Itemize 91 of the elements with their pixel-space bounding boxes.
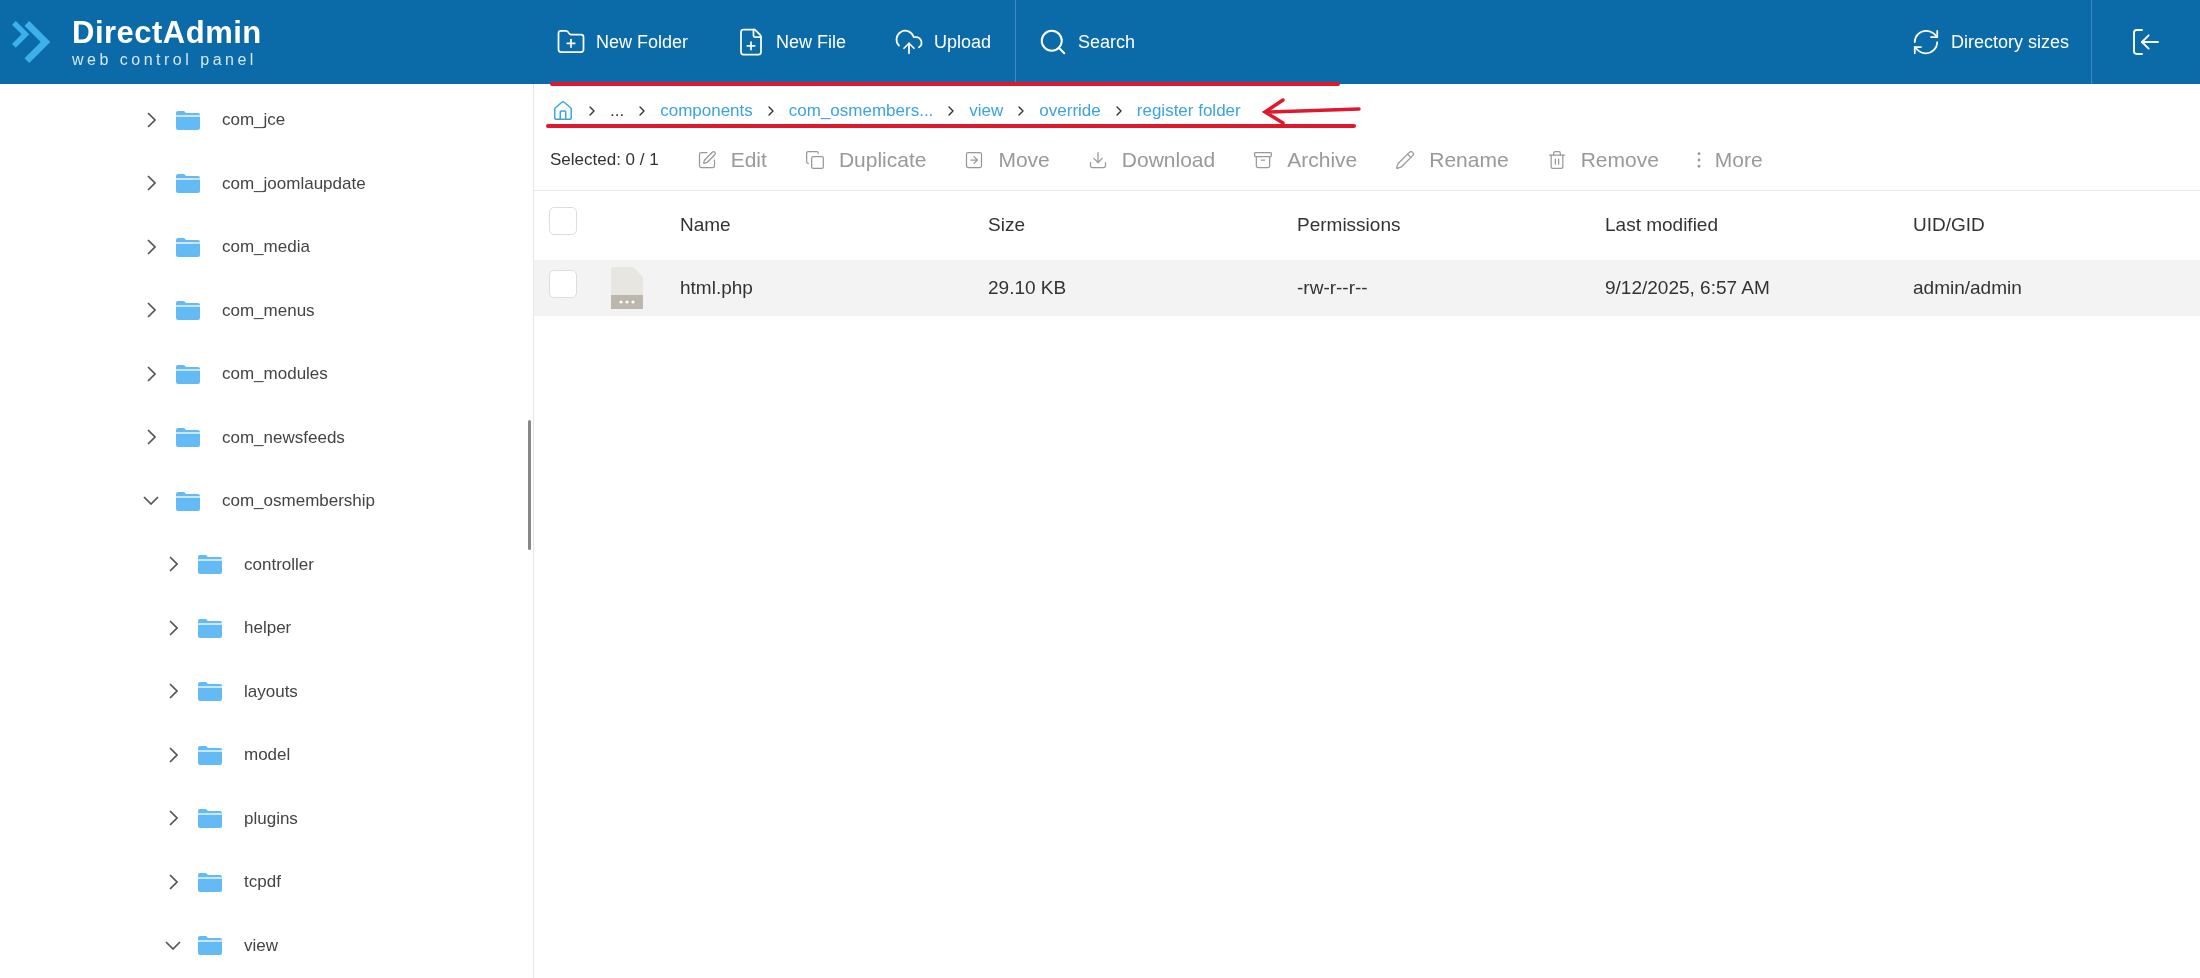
tree-item[interactable]: com_newsfeeds [0,405,533,469]
upload-icon [894,27,925,57]
checkbox[interactable] [549,207,577,236]
folder-name: com_jce [222,109,286,131]
logo-tagline: web control panel [72,51,258,68]
tree-item[interactable]: com_media [0,215,533,279]
folder-name: model [244,744,291,766]
chevron-right-icon [168,683,178,700]
folder-icon [176,427,200,448]
table-row[interactable]: html.php 29.10 KB -rw-r--r-- 9/12/2025, 6:57 AM admin/admin [534,260,2200,316]
tree-item[interactable]: tcpdf [0,850,533,914]
search-button[interactable]: Search [1016,0,1158,84]
table-cell: 29.10 KB [988,276,1067,298]
header-action[interactable]: New File [736,27,847,57]
folder-name: plugins [244,807,298,830]
archive-icon [1253,150,1274,170]
scrollbar[interactable] [528,420,531,550]
chevron-down-icon [165,940,181,950]
folder-icon [198,808,222,829]
tree-item[interactable]: helper [0,596,533,660]
folder-name: com_joomlaupdate [222,172,366,195]
chevron-right-icon [146,238,156,255]
tree-item[interactable]: com_joomlaupdate [0,151,533,215]
table-cell: admin/admin [1913,276,2022,298]
logo-name: DirectAdmin [72,16,262,48]
table-cell: 9/12/2025, 6:57 AM [1605,276,1770,298]
column-header[interactable]: Size [988,214,1025,236]
folder-icon [176,173,200,194]
column-header[interactable]: Last modified [1605,214,1718,236]
edit-icon [696,150,717,170]
folder-icon [198,681,222,702]
folder-icon [198,744,222,765]
chevron-right-icon [146,111,156,128]
chevron-right-icon [146,175,156,192]
folder-name: view [244,934,278,957]
folder-icon [176,363,200,384]
tree-item[interactable]: view [0,913,533,977]
chevron-right-icon [168,873,178,890]
folder-name: com_osmembership [222,490,376,512]
move-icon [964,150,985,170]
column-header[interactable]: Name [680,214,731,236]
chevron-right-icon [146,429,156,446]
column-header[interactable]: Permissions [1297,214,1401,236]
chevron-right-icon [168,810,178,827]
chevron-right-icon [146,365,156,382]
home-icon[interactable] [552,100,574,122]
chevron-down-icon [143,496,159,506]
chevron-right-icon [168,619,178,636]
folder-icon [176,490,200,511]
folder-name: com_media [222,236,310,258]
checkbox[interactable] [549,269,577,298]
directory-sizes-button[interactable]: Directory sizes [1910,0,2091,84]
folder-name: tcpdf [244,871,281,893]
more-icon [1696,152,1701,168]
header-action[interactable]: New Folder [556,27,689,57]
folder-name: helper [244,617,292,639]
rename-icon [1395,150,1416,170]
remove-icon [1546,150,1567,170]
folder-name: com_modules [222,363,328,385]
tree-item[interactable]: com_osmembership [0,469,533,533]
folder-name: com_menus [222,299,315,322]
breadcrumb-link[interactable]: ... [610,98,625,124]
column-header[interactable]: UID/GID [1913,214,1985,236]
download-icon [1087,150,1108,170]
chevron-right-icon [168,746,178,763]
folder-icon [198,935,222,956]
folder-name: com_newsfeeds [222,426,345,449]
header-action[interactable]: Upload [894,27,992,57]
folder-name: layouts [244,680,298,703]
folder-icon [176,236,200,257]
tree-item[interactable]: com_menus [0,278,533,342]
tree-item[interactable]: layouts [0,659,533,723]
logout-icon [2130,26,2162,58]
folder-icon [176,300,200,321]
tree-item[interactable]: plugins [0,786,533,850]
folder-icon [198,554,222,575]
folder-name: controller [244,553,314,576]
selection-count: Selected: 0 / 1 [550,149,659,172]
duplicate-icon [804,150,825,170]
tree-item[interactable]: com_jce [0,88,533,152]
tree-item[interactable]: controller [0,532,533,596]
table-cell: -rw-r--r-- [1297,276,1368,298]
folder-icon [176,109,200,130]
chevron-right-icon [146,302,156,319]
folder-icon [198,617,222,638]
tree-item[interactable]: model [0,723,533,787]
chevron-right-icon [168,556,178,573]
file-icon [611,267,643,309]
tree-item[interactable]: com_modules [0,342,533,406]
folder-icon [198,871,222,892]
table-cell: html.php [680,276,753,298]
